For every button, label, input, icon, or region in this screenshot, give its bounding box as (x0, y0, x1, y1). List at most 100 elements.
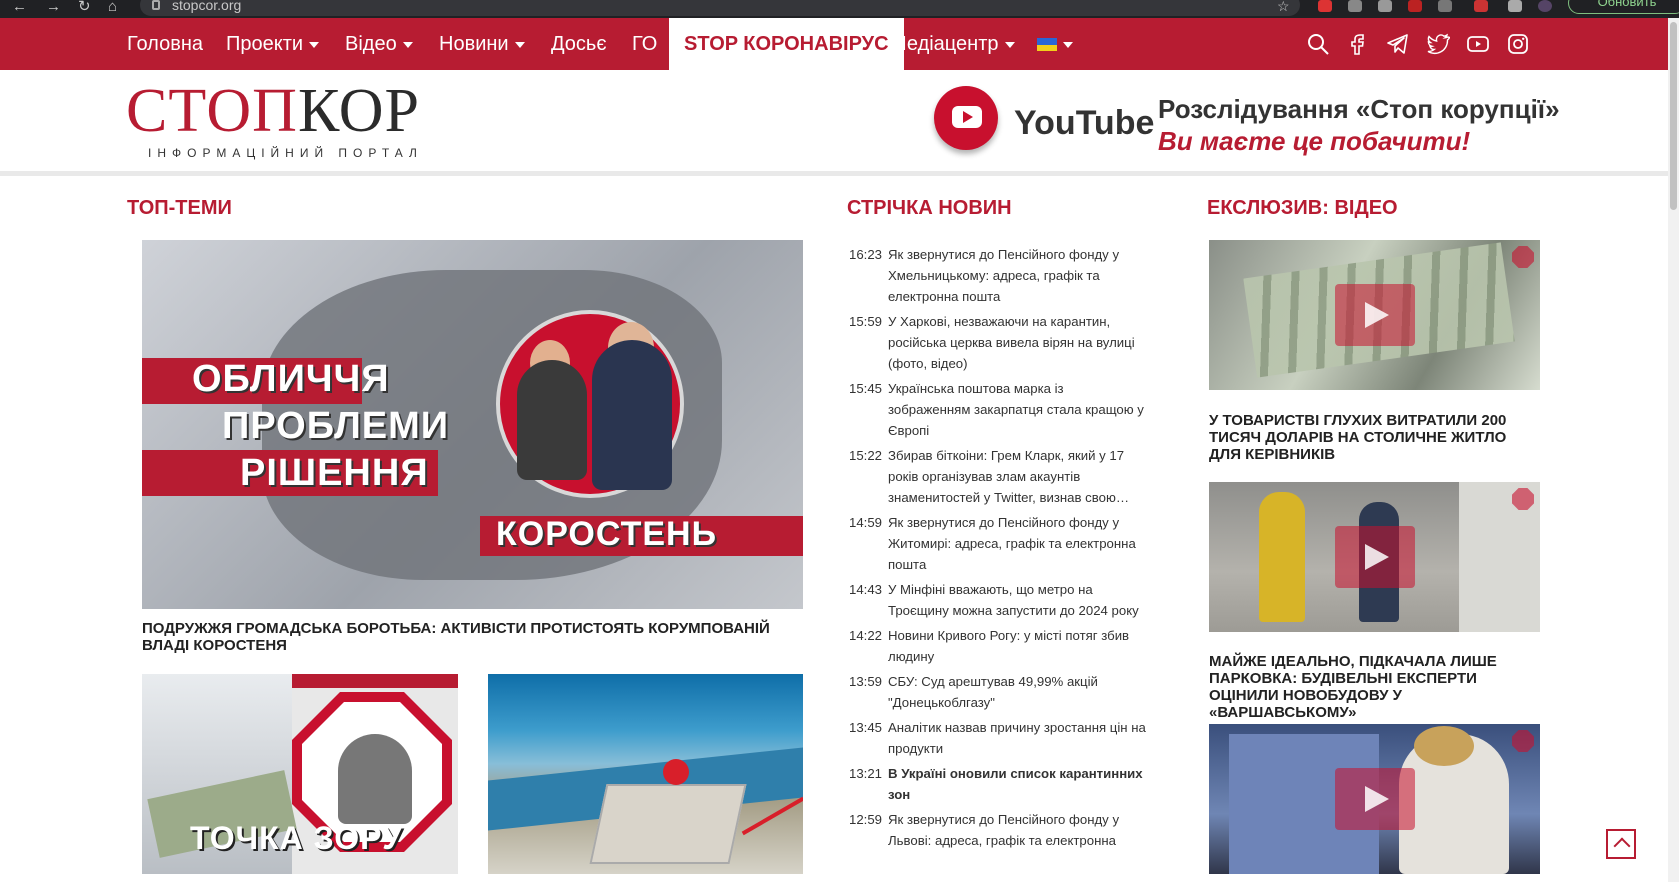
news-item[interactable]: 13:21 В Україні оновили список карантинни… (849, 763, 1149, 805)
news-title-link[interactable]: Збирав біткоіни: Грем Кларк, який у 17 р… (888, 445, 1149, 508)
video-caption-link[interactable]: У ТОВАРИСТВІ ГЛУХИХ ВИТРАТИЛИ 200 ТИСЯЧ … (1209, 412, 1540, 463)
hero-city-text: КОРОСТЕНЬ (496, 515, 718, 553)
extension-icon[interactable] (1408, 0, 1422, 12)
site-logo[interactable]: СТОПКОР ІНФОРМАЦІЙНИЙ ПОРТАЛ (126, 80, 423, 160)
address-bar[interactable] (140, 0, 1300, 16)
youtube-banner[interactable]: YouTube Розслідування «Стоп корупції» Ви… (930, 82, 1560, 162)
video-caption-link[interactable]: МАЙЖЕ ІДЕАЛЬНО, ПІДКАЧАЛА ЛИШЕ ПАРКОВКА:… (1209, 653, 1540, 721)
youtube-logo-icon (934, 86, 998, 150)
puzzle-icon[interactable] (1508, 0, 1522, 12)
back-icon[interactable]: ← (12, 0, 27, 14)
news-title-link[interactable]: В Україні оновили список карантинних зон (888, 763, 1149, 805)
site-header: СТОПКОР ІНФОРМАЦІЙНИЙ ПОРТАЛ YouTube Роз… (0, 70, 1668, 176)
play-icon[interactable] (1335, 768, 1415, 830)
telegram-icon[interactable] (1386, 32, 1410, 56)
video-thumbnail[interactable] (1209, 240, 1540, 390)
news-time: 16:23 (849, 247, 883, 262)
nav-item-ngo[interactable]: ГО (632, 18, 657, 70)
nav-item-dossier[interactable]: Досьє (551, 18, 607, 70)
news-feed-title: СТРІЧКА НОВИН (847, 197, 1012, 219)
search-icon[interactable] (1306, 32, 1330, 56)
news-time: 14:59 (849, 515, 883, 530)
extension-icon[interactable] (1378, 0, 1392, 12)
chevron-down-icon (402, 41, 413, 48)
news-title-link[interactable]: Як звернутися до Пенсійного фонду у Хмел… (888, 244, 1149, 307)
forward-icon[interactable]: → (46, 0, 61, 14)
video-thumbnail[interactable] (1209, 724, 1540, 874)
nav-label: STOP КОРОНАВІРУС (684, 33, 889, 55)
person-photo (517, 360, 587, 480)
news-time: 15:22 (849, 448, 883, 463)
ukraine-flag-icon (1037, 38, 1057, 52)
video-thumbnail[interactable] (1209, 482, 1540, 632)
news-title-link[interactable]: Як звернутися до Пенсійного фонду у Жито… (888, 512, 1149, 575)
hero-image[interactable]: ОБЛИЧЧЯ ПРОБЛЕМИ РІШЕННЯ КОРОСТЕНЬ (142, 240, 803, 609)
news-time: 13:21 (849, 766, 883, 781)
lock-icon[interactable] (152, 0, 160, 10)
nav-item-video[interactable]: Відео (345, 18, 413, 70)
nav-item-mediacenter[interactable]: Медіацентр (890, 18, 1015, 70)
extension-icon[interactable] (1474, 0, 1488, 12)
back-to-top-button[interactable] (1606, 829, 1636, 859)
nav-label: Проекти (226, 33, 304, 55)
person-photo (592, 340, 672, 490)
brand-logo-icon (663, 759, 689, 785)
hero-caption-link[interactable]: ПОДРУЖЖЯ ГРОМАДСЬКА БОРОТЬБА: АКТИВІСТИ … (142, 620, 803, 654)
news-item[interactable]: 15:22 Збирав біткоіни: Грем Кларк, який у… (849, 445, 1149, 508)
thumbnail-label: ТОЧКА ЗОРУ (190, 820, 403, 856)
nav-item-projects[interactable]: Проекти (226, 18, 320, 70)
nav-item-stop-coronavirus[interactable]: STOP КОРОНАВІРУС (669, 18, 904, 70)
news-item[interactable]: 14:22 Новини Кривого Рогу: у місті потяг … (849, 625, 1149, 667)
url-text[interactable]: stopcor.org (172, 0, 241, 13)
exclusive-video-title: ЕКСЛЮЗИВ: ВІДЕО (1207, 197, 1398, 219)
news-time: 13:59 (849, 674, 883, 689)
news-item[interactable]: 13:59 СБУ: Суд арештував 49,99% акцій "До… (849, 671, 1149, 713)
extension-icon[interactable] (1318, 0, 1332, 12)
twitter-icon[interactable] (1426, 32, 1450, 56)
language-selector[interactable] (1037, 18, 1073, 70)
youtube-icon[interactable] (1466, 32, 1490, 56)
play-icon[interactable] (1335, 284, 1415, 346)
logo-part-kor: КОР (297, 77, 421, 145)
news-item[interactable]: 14:59 Як звернутися до Пенсійного фонду у… (849, 512, 1149, 575)
article-thumbnail[interactable]: ТОЧКА ЗОРУ (142, 674, 458, 874)
news-title-link[interactable]: Як звернутися до Пенсійного фонду у Льво… (888, 809, 1149, 851)
facebook-icon[interactable] (1346, 32, 1370, 56)
top-themes-title: ТОП-ТЕМИ (127, 197, 232, 219)
news-item[interactable]: 15:59 У Харкові, незважаючи на карантин, … (849, 311, 1149, 374)
nav-label: Відео (345, 33, 397, 55)
news-title-link[interactable]: У Харкові, незважаючи на карантин, росій… (888, 311, 1149, 374)
news-time: 14:43 (849, 582, 883, 597)
page-scrollbar[interactable] (1668, 18, 1679, 882)
profile-avatar[interactable] (1538, 0, 1552, 12)
news-title-link[interactable]: У Мінфіні вважають, що метро на Троєщину… (888, 579, 1149, 621)
news-title-link[interactable]: Українська поштова марка із зображенням … (888, 378, 1149, 441)
news-time: 15:59 (849, 314, 883, 329)
news-item[interactable]: 13:45 Аналітик назвав причину зростання ц… (849, 717, 1149, 759)
news-item[interactable]: 12:59 Як звернутися до Пенсійного фонду у… (849, 809, 1149, 851)
extension-icon[interactable] (1348, 0, 1362, 12)
news-title-link[interactable]: Новини Кривого Рогу: у місті потяг збив … (888, 625, 1149, 667)
news-title-link[interactable]: СБУ: Суд арештував 49,99% акцій "Донецьк… (888, 671, 1149, 713)
play-icon[interactable] (1335, 526, 1415, 588)
bookmark-star-icon[interactable]: ☆ (1277, 0, 1290, 15)
chevron-down-icon (1063, 41, 1073, 48)
update-button[interactable]: Обновить (1568, 0, 1679, 14)
home-icon[interactable]: ⌂ (108, 0, 117, 14)
news-item[interactable]: 15:45 Українська поштова марка із зображе… (849, 378, 1149, 441)
nav-item-news[interactable]: Новини (439, 18, 525, 70)
instagram-icon[interactable] (1506, 32, 1530, 56)
extension-icon[interactable] (1438, 0, 1452, 12)
news-item[interactable]: 16:23 Як звернутися до Пенсійного фонду у… (849, 244, 1149, 307)
hero-overlay-text: РІШЕННЯ (240, 452, 429, 494)
news-time: 13:45 (849, 720, 883, 735)
person-photo (338, 734, 412, 824)
article-thumbnail[interactable] (488, 674, 803, 874)
reload-icon[interactable]: ↻ (78, 0, 91, 14)
news-item[interactable]: 14:43 У Мінфіні вважають, що метро на Тро… (849, 579, 1149, 621)
scrollbar-thumb[interactable] (1670, 22, 1677, 210)
nav-item-home[interactable]: Головна (127, 18, 203, 70)
news-title-link[interactable]: Аналітик назвав причину зростання цін на… (888, 717, 1149, 759)
chevron-down-icon (514, 41, 525, 48)
nav-label: Медіацентр (890, 33, 999, 55)
